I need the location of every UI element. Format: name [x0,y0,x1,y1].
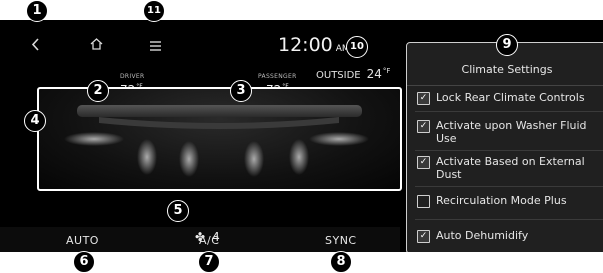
option-divider [415,219,603,220]
outside-temperature: OUTSIDE 24°F [316,67,390,81]
option-label: Activate Based on External Dust [436,155,585,181]
option-external-dust[interactable]: ✓ Activate Based on External Dust [417,155,603,181]
option-divider [415,186,603,187]
lower-airflow-1 [137,139,157,175]
callout-9: 9 [496,34,518,56]
home-icon[interactable] [90,38,103,53]
climate-screen: 12:00AM OUTSIDE24°F DRIVER 72°F PASSENGE… [0,20,603,252]
clock-time: 12:00 [278,34,333,56]
chevron-left-icon[interactable] [31,38,40,54]
lower-airflow-3 [244,141,264,177]
callout-11: 11 [143,0,165,22]
option-label: Lock Rear Climate Controls [436,91,585,104]
callout-6: 6 [73,251,95,273]
callout-8: 8 [330,251,352,273]
left-side-airflow [64,132,124,146]
checkbox[interactable]: ✓ [417,120,430,133]
option-divider [415,111,603,112]
ac-button[interactable]: A/C [199,234,219,247]
panel-divider [407,85,603,86]
panel-title: Climate Settings [461,63,553,76]
airflow-vents-graphic [64,105,369,177]
option-divider [415,150,603,151]
checkbox[interactable]: ✓ [417,230,430,243]
callout-5: 5 [167,200,189,222]
passenger-label: PASSENGER [258,73,297,80]
callout-1: 1 [26,0,48,22]
callout-10: 10 [346,36,368,58]
option-washer-fluid[interactable]: ✓ Activate upon Washer Fluid Use [417,119,603,145]
callout-3: 3 [230,80,252,102]
driver-label: DRIVER [120,73,145,80]
outside-temp-unit: °F [382,67,391,75]
clock: 12:00 AM [278,34,350,56]
airflow-display[interactable] [37,87,402,191]
checkbox[interactable] [417,195,430,208]
climate-settings-panel: Climate Settings ✓ Lock Rear Climate Con… [406,42,603,252]
callout-4: 4 [24,110,46,132]
dashboard-lower-shape [99,117,339,129]
checkbox[interactable]: ✓ [417,92,430,105]
callout-7: 7 [198,251,220,273]
dashboard-shape [77,105,362,117]
checkbox[interactable]: ✓ [417,156,430,169]
right-side-airflow [309,132,369,146]
auto-button[interactable]: AUTO [66,234,99,247]
menu-icon[interactable] [150,39,161,54]
option-recirculation-plus[interactable]: Recirculation Mode Plus [417,194,603,208]
option-label: Activate upon Washer Fluid Use [436,119,587,145]
option-lock-rear-climate[interactable]: ✓ Lock Rear Climate Controls [417,91,603,105]
lower-airflow-2 [179,141,199,177]
sync-button[interactable]: SYNC [325,234,357,247]
option-label: Recirculation Mode Plus [436,194,567,207]
option-label: Auto Dehumidify [436,229,529,242]
outside-label: OUTSIDE [316,70,361,81]
outside-temp-value: 24 [366,67,382,81]
option-auto-dehumidify[interactable]: ✓ Auto Dehumidify [417,229,603,243]
callout-2: 2 [87,80,109,102]
lower-airflow-4 [289,139,309,175]
